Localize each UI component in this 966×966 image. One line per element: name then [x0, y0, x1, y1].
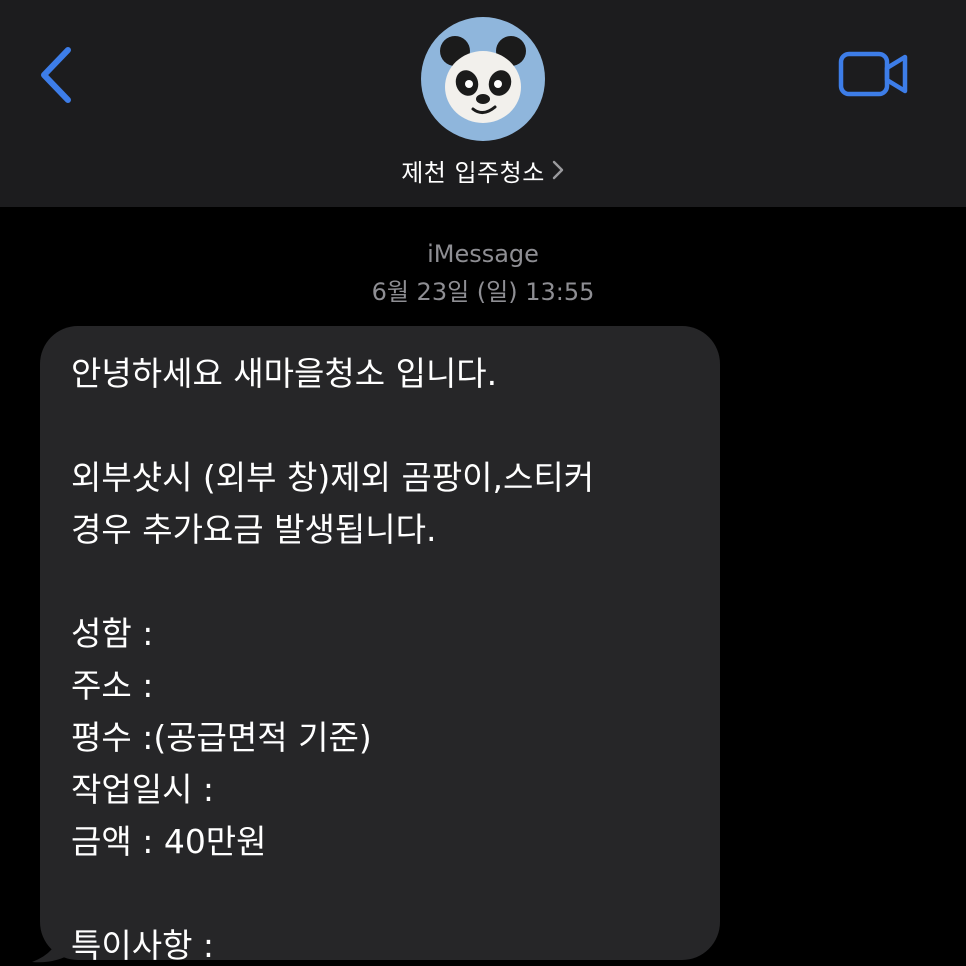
conversation-header: 제천 입주청소	[0, 0, 966, 207]
message-line: 주소 :	[71, 666, 154, 705]
message-text: 안녕하세요 새마을청소 입니다. 외부샷시 (외부 창)제외 곰팡이,스티커 경…	[71, 348, 701, 966]
contact-avatar[interactable]	[421, 17, 545, 141]
contact-name-button[interactable]: 제천 입주청소	[0, 150, 966, 190]
message-line: 경우 추가요금 발생됩니다.	[71, 510, 437, 549]
messages-screen: 제천 입주청소 iMessage 6월 23일 (일) 13:55 안녕하세요 …	[0, 0, 966, 966]
service-label: iMessage	[427, 240, 539, 268]
message-line: 금액 : 40만원	[71, 822, 267, 861]
panda-memoji-icon	[440, 36, 526, 123]
message-line	[71, 556, 701, 608]
message-line: 특이사항 :	[71, 926, 215, 965]
video-camera-icon	[838, 51, 908, 97]
chevron-right-icon	[552, 160, 563, 180]
message-line: 안녕하세요 새마을청소 입니다.	[71, 354, 498, 393]
facetime-button[interactable]	[838, 48, 910, 100]
contact-name: 제천 입주청소	[401, 158, 545, 187]
message-line: 작업일시 :	[71, 770, 215, 809]
incoming-message[interactable]: 안녕하세요 새마을청소 입니다. 외부샷시 (외부 창)제외 곰팡이,스티커 경…	[30, 326, 730, 966]
message-line	[71, 868, 701, 920]
message-line	[71, 400, 701, 452]
chevron-left-icon	[41, 47, 71, 103]
message-line: 평수 :(공급면적 기준)	[71, 718, 372, 757]
message-line: 외부샷시 (외부 창)제외 곰팡이,스티커	[71, 458, 595, 497]
message-line: 성함 :	[71, 614, 154, 653]
message-timestamp: 6월 23일 (일) 13:55	[371, 278, 595, 306]
back-button[interactable]	[30, 40, 90, 110]
